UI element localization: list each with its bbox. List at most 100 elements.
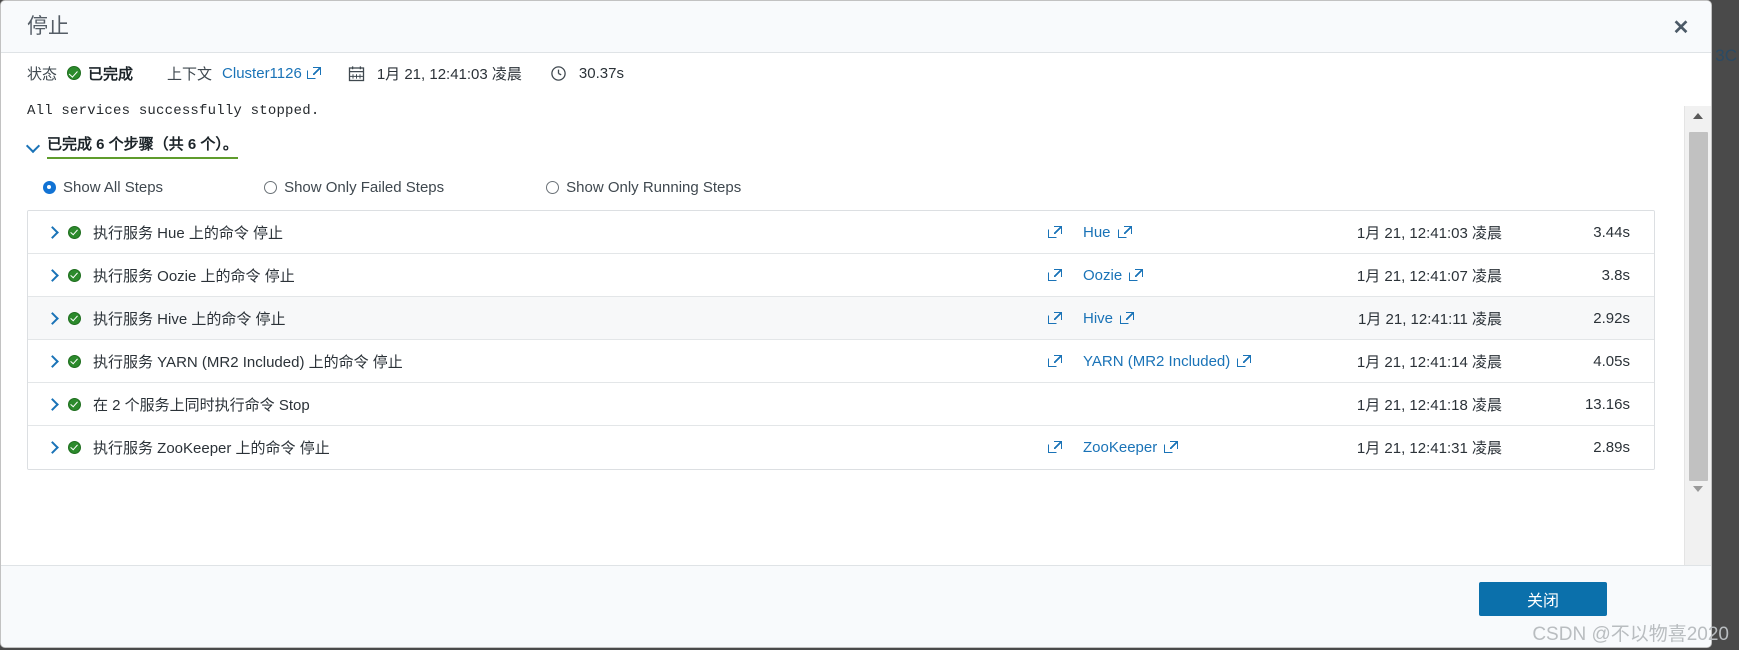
external-link-icon[interactable] <box>1048 225 1062 239</box>
step-duration: 13.16s <box>1584 395 1630 413</box>
step-timestamp: 1月 21, 12:41:07 凌晨 <box>1356 267 1502 285</box>
step-name-cell: 执行服务 Hue 上的命令 停止 <box>28 222 1048 243</box>
external-link-icon <box>1117 225 1132 239</box>
chevron-right-icon[interactable] <box>47 355 59 367</box>
step-timestamp: 1月 21, 12:41:11 凌晨 <box>1358 310 1502 328</box>
vertical-scrollbar[interactable] <box>1684 106 1711 565</box>
step-filter-radio-group: Show All Steps Show Only Failed Steps Sh… <box>1 159 1681 196</box>
table-row[interactable]: 在 2 个服务上同时执行命令 Stop 1月 21, 12:41:18 凌晨 1… <box>28 383 1654 426</box>
external-link-icon[interactable] <box>1048 311 1062 325</box>
service-link-label: Hive <box>1083 309 1114 327</box>
service-link[interactable]: YARN (MR2 Included) <box>1083 352 1252 370</box>
service-link[interactable]: Hive <box>1083 309 1135 327</box>
step-duration: 3.44s <box>1593 223 1630 241</box>
total-duration: 30.37s <box>578 64 624 82</box>
step-name-cell: 执行服务 YARN (MR2 Included) 上的命令 停止 <box>28 351 1048 372</box>
check-circle-icon <box>68 311 81 325</box>
status-label: 状态 <box>27 65 58 83</box>
external-link-icon <box>1129 268 1144 282</box>
modal-title: 停止 <box>27 15 69 38</box>
external-link-icon <box>1164 441 1179 454</box>
modal-body-content: 状态 已完成 上下文 Cluster1126 1月 21, 12:41:03 凌… <box>1 53 1681 565</box>
log-message: All services successfully stopped. <box>27 103 320 119</box>
background-page-text: 3C <box>1715 46 1737 65</box>
duration-group: 30.37s <box>550 65 624 82</box>
scroll-down-arrow-icon[interactable] <box>1685 479 1711 498</box>
step-label: 执行服务 Hue 上的命令 停止 <box>93 224 284 242</box>
step-label: 在 2 个服务上同时执行命令 Stop <box>93 396 310 414</box>
clock-icon <box>550 65 567 82</box>
external-link-icon[interactable] <box>306 66 321 80</box>
scrollbar-thumb[interactable] <box>1689 132 1708 481</box>
external-link-icon[interactable] <box>1048 354 1062 368</box>
table-row[interactable]: 执行服务 YARN (MR2 Included) 上的命令 停止 YARN (M… <box>28 340 1654 383</box>
context-cluster-link[interactable]: Cluster1126 <box>222 65 302 82</box>
step-timestamp: 1月 21, 12:41:14 凌晨 <box>1356 353 1502 371</box>
step-duration: 3.8s <box>1601 266 1630 284</box>
service-link[interactable]: ZooKeeper <box>1083 439 1179 456</box>
step-name-cell: 执行服务 Hive 上的命令 停止 <box>28 308 1048 329</box>
start-time-group: 1月 21, 12:41:03 凌晨 <box>348 63 522 84</box>
table-row[interactable]: 执行服务 Oozie 上的命令 停止 Oozie 1月 21, 12:41:07… <box>28 254 1654 297</box>
step-service-cell: Hive <box>1048 310 1318 327</box>
steps-summary-row[interactable]: 已完成 6 个步骤（共 6 个）。 <box>1 119 1681 159</box>
check-circle-icon <box>67 66 82 80</box>
radio-indicator-failed[interactable] <box>264 181 278 194</box>
service-link[interactable]: Hue <box>1083 223 1132 241</box>
steps-summary-text[interactable]: 已完成 6 个步骤（共 6 个）。 <box>47 133 238 159</box>
stop-command-modal: 停止 ✕ 状态 已完成 上下文 Cluster1126 1月 21, 12:41… <box>0 0 1712 648</box>
check-circle-icon <box>68 441 81 454</box>
service-link-label: Oozie <box>1083 266 1123 284</box>
modal-header: 停止 ✕ <box>1 1 1711 53</box>
radio-label-show-all: Show All Steps <box>63 179 164 196</box>
step-timestamp: 1月 21, 12:41:31 凌晨 <box>1356 440 1502 457</box>
service-link-label: ZooKeeper <box>1083 439 1158 456</box>
service-link-label: Hue <box>1083 223 1111 241</box>
radio-show-all-steps[interactable]: Show All Steps <box>43 179 163 196</box>
chevron-right-icon[interactable] <box>47 442 59 454</box>
table-row[interactable]: 执行服务 Hive 上的命令 停止 Hive 1月 21, 12:41:11 凌… <box>28 297 1654 340</box>
step-timestamp: 1月 21, 12:41:18 凌晨 <box>1356 396 1502 414</box>
external-link-icon[interactable] <box>1048 268 1062 282</box>
close-icon[interactable]: ✕ <box>1671 18 1691 39</box>
status-bar: 状态 已完成 上下文 Cluster1126 1月 21, 12:41:03 凌… <box>1 55 1681 91</box>
step-label: 执行服务 Hive 上的命令 停止 <box>93 310 286 328</box>
service-link-label: YARN (MR2 Included) <box>1083 352 1231 370</box>
status-badge: 已完成 <box>67 63 133 84</box>
table-row[interactable]: 执行服务 ZooKeeper 上的命令 停止 ZooKeeper 1月 21, … <box>28 426 1654 469</box>
step-timestamp: 1月 21, 12:41:03 凌晨 <box>1356 224 1502 242</box>
radio-show-only-failed-steps[interactable]: Show Only Failed Steps <box>264 179 444 196</box>
step-service-cell: ZooKeeper <box>1048 439 1318 456</box>
step-name-cell: 执行服务 Oozie 上的命令 停止 <box>28 265 1048 286</box>
service-link[interactable]: Oozie <box>1083 266 1144 284</box>
radio-indicator-selected[interactable] <box>43 181 56 194</box>
chevron-right-icon[interactable] <box>47 312 59 324</box>
radio-label-running: Show Only Running Steps <box>566 179 742 196</box>
close-button[interactable]: 关闭 <box>1479 582 1607 616</box>
step-duration: 4.05s <box>1593 352 1630 370</box>
step-name-cell: 执行服务 ZooKeeper 上的命令 停止 <box>28 437 1048 458</box>
radio-label-failed: Show Only Failed Steps <box>284 179 445 196</box>
watermark: CSDN @不以物喜2020 <box>1532 624 1729 645</box>
chevron-right-icon[interactable] <box>47 269 59 281</box>
scroll-up-arrow-icon[interactable] <box>1685 106 1711 125</box>
table-row[interactable]: 执行服务 Hue 上的命令 停止 Hue 1月 21, 12:41:03 凌晨 … <box>28 211 1654 254</box>
start-timestamp: 1月 21, 12:41:03 凌晨 <box>376 65 522 83</box>
external-link-icon[interactable] <box>1048 441 1062 454</box>
check-circle-icon <box>68 268 81 282</box>
chevron-right-icon[interactable] <box>47 398 59 410</box>
chevron-right-icon[interactable] <box>47 226 59 238</box>
check-circle-icon <box>68 397 81 411</box>
step-label: 执行服务 Oozie 上的命令 停止 <box>93 267 295 285</box>
radio-show-only-running-steps[interactable]: Show Only Running Steps <box>546 179 741 196</box>
step-service-cell: YARN (MR2 Included) <box>1048 353 1318 370</box>
step-duration: 2.89s <box>1593 439 1630 456</box>
steps-table: 执行服务 Hue 上的命令 停止 Hue 1月 21, 12:41:03 凌晨 … <box>27 210 1655 470</box>
radio-indicator-running[interactable] <box>546 181 560 194</box>
check-circle-icon <box>68 225 81 239</box>
external-link-icon <box>1120 311 1135 325</box>
check-circle-icon <box>68 354 81 368</box>
calendar-icon <box>348 65 365 82</box>
chevron-down-icon[interactable] <box>27 139 41 153</box>
modal-footer: 关闭 <box>1 565 1711 647</box>
